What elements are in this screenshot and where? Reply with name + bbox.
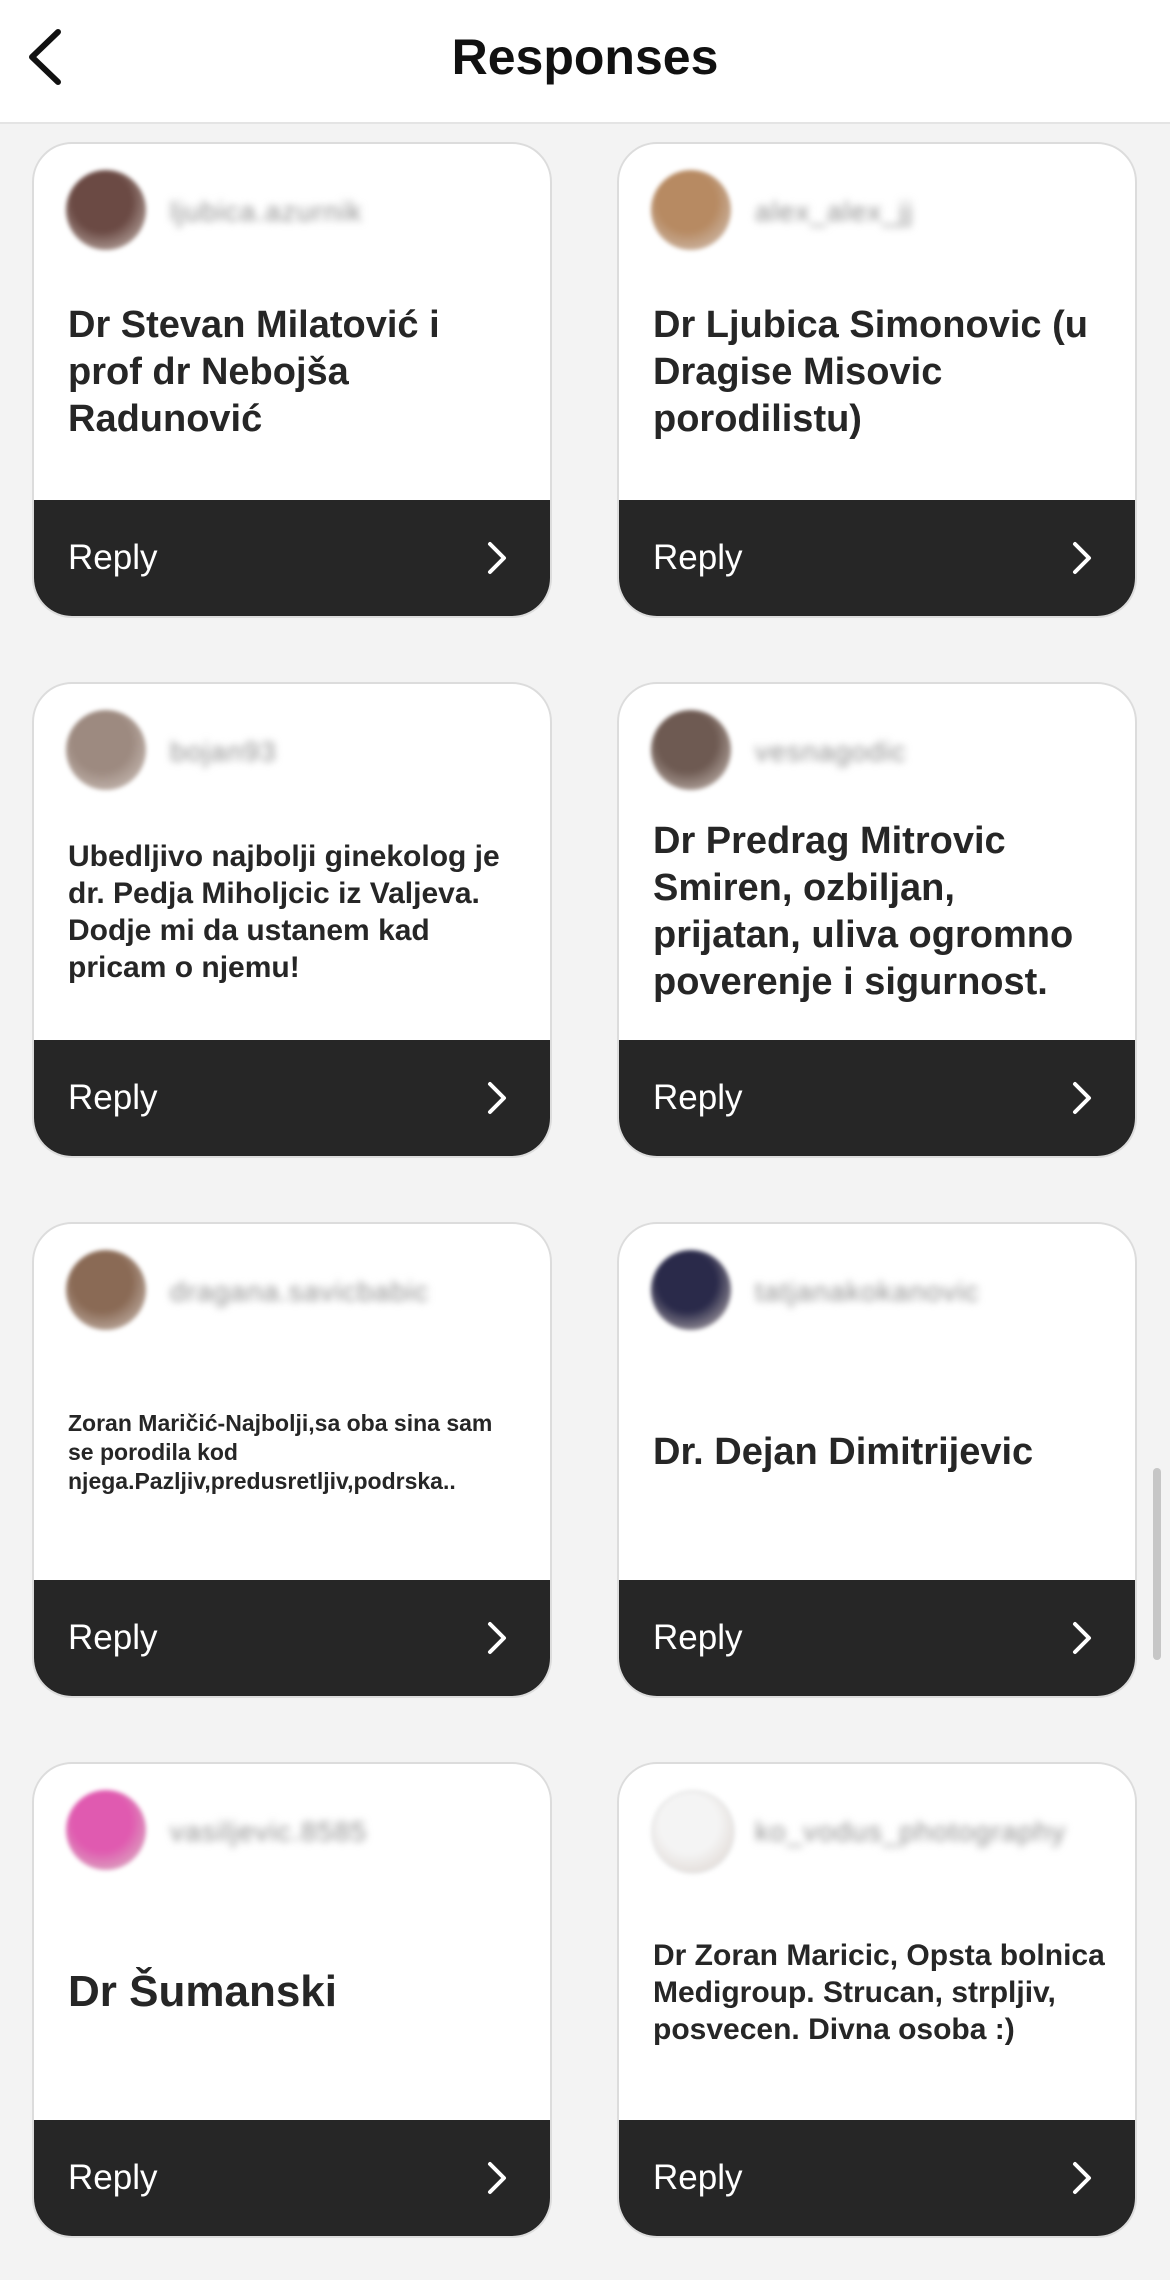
card-body: Dr. Dejan Dimitrijevic [653,1334,1105,1570]
card-user[interactable]: bojan93 [66,710,530,790]
reply-label: Reply [653,538,743,577]
reply-button[interactable]: Reply [34,1040,550,1156]
username[interactable]: tatjanakokanovic [755,1276,980,1308]
response-card[interactable]: vasiljevic.8585 Dr Šumanski Reply [32,1762,552,2238]
top-navigation-bar: Responses [0,0,1170,124]
chevron-right-icon [488,2162,506,2194]
reply-label: Reply [68,1618,158,1657]
card-user[interactable]: vesnagodic [651,710,1115,790]
card-user[interactable]: alex_alex_jj [651,170,1115,250]
username[interactable]: vesnagodic [755,736,907,768]
response-text: Dr Predrag Mitrovic Smiren, ozbiljan, pr… [653,820,1074,1003]
scrollbar[interactable] [1153,1468,1161,1660]
card-body: Dr Šumanski [68,1874,520,2110]
response-card[interactable]: ko_vodus_photography Dr Zoran Maricic, Op… [617,1762,1137,2238]
card-body: Dr Predrag Mitrovic Smiren, ozbiljan, pr… [653,794,1105,1030]
card-body: Dr Zoran Maricic, Opsta bolnica Medigrou… [653,1874,1105,2110]
card-body: Ubedljivo najbolji ginekolog je dr. Pedj… [68,794,520,1030]
reply-button[interactable]: Reply [619,500,1135,616]
avatar[interactable] [651,1790,735,1874]
page-title: Responses [451,29,719,85]
reply-button[interactable]: Reply [619,2120,1135,2236]
chevron-right-icon [488,1622,506,1654]
card-user[interactable]: vasiljevic.8585 [66,1790,530,1870]
response-text: Dr Zoran Maricic, Opsta bolnica Medigrou… [653,1938,1105,2046]
response-card[interactable]: bojan93 Ubedljivo najbolji ginekolog je d… [32,682,552,1158]
card-body: Zoran Maričić-Najbolji,sa oba sina sam s… [68,1334,520,1570]
reply-button[interactable]: Reply [619,1040,1135,1156]
response-text: Dr Stevan Milatović i prof dr Nebojša Ra… [68,303,440,440]
username[interactable]: ljubica.azurnik [170,196,362,228]
card-body: Dr Ljubica Simonovic (u Dragise Misovic … [653,254,1105,490]
chevron-right-icon [488,542,506,574]
reply-button[interactable]: Reply [619,1580,1135,1696]
avatar[interactable] [651,1250,731,1330]
username[interactable]: bojan93 [170,736,277,768]
reply-label: Reply [68,2158,158,2197]
reply-label: Reply [653,2158,743,2197]
response-card[interactable]: ljubica.azurnik Dr Stevan Milatović i pro… [32,142,552,618]
reply-label: Reply [653,1078,743,1117]
chevron-right-icon [488,1082,506,1114]
avatar[interactable] [66,1250,146,1330]
username[interactable]: alex_alex_jj [755,196,913,228]
reply-label: Reply [68,538,158,577]
reply-button[interactable]: Reply [34,500,550,616]
response-card[interactable]: alex_alex_jj Dr Ljubica Simonovic (u Drag… [617,142,1137,618]
chevron-right-icon [1073,1082,1091,1114]
reply-button[interactable]: Reply [34,2120,550,2236]
response-card[interactable]: vesnagodic Dr Predrag Mitrovic Smiren, oz… [617,682,1137,1158]
avatar[interactable] [66,710,146,790]
response-text: Zoran Maričić-Najbolji,sa oba sina sam s… [68,1409,493,1494]
username[interactable]: vasiljevic.8585 [170,1816,367,1848]
card-user[interactable]: ljubica.azurnik [66,170,530,250]
response-card[interactable]: tatjanakokanovic Dr. Dejan Dimitrijevic Re… [617,1222,1137,1698]
username[interactable]: dragana.savicbabic [170,1276,429,1308]
response-text: Ubedljivo najbolji ginekolog je dr. Pedj… [68,840,500,984]
chevron-right-icon [1073,1622,1091,1654]
avatar[interactable] [66,170,146,250]
response-text: Dr. Dejan Dimitrijevic [653,1430,1034,1473]
chevron-right-icon [1073,2162,1091,2194]
chevron-right-icon [1073,542,1091,574]
card-user[interactable]: dragana.savicbabic [66,1250,530,1330]
avatar[interactable] [66,1790,146,1870]
reply-label: Reply [68,1078,158,1117]
response-text: Dr Šumanski [68,1967,337,2016]
avatar[interactable] [651,710,731,790]
card-user[interactable]: tatjanakokanovic [651,1250,1115,1330]
card-user[interactable]: ko_vodus_photography [651,1790,1115,1874]
reply-button[interactable]: Reply [34,1580,550,1696]
response-card[interactable]: dragana.savicbabic Zoran Maričić-Najbolji… [32,1222,552,1698]
reply-label: Reply [653,1618,743,1657]
response-text: Dr Ljubica Simonovic (u Dragise Misovic … [653,303,1088,440]
username[interactable]: ko_vodus_photography [755,1816,1066,1848]
avatar[interactable] [651,170,731,250]
card-body: Dr Stevan Milatović i prof dr Nebojša Ra… [68,254,520,490]
